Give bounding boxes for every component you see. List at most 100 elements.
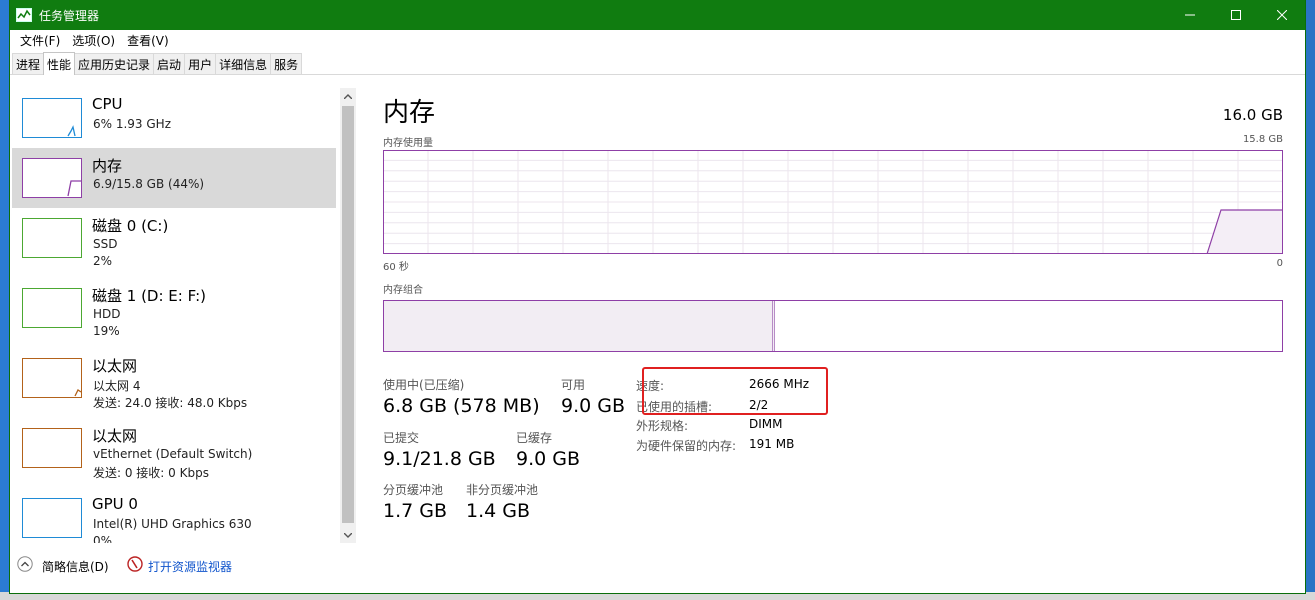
usage-graph-label: 内存使用量 bbox=[383, 138, 433, 149]
sidebar-item-name: GPU 0 bbox=[92, 495, 138, 513]
close-button[interactable] bbox=[1259, 0, 1305, 30]
tab-app-history[interactable]: 应用历史记录 bbox=[74, 53, 155, 74]
paged-pool-label: 分页缓冲池 bbox=[383, 483, 444, 497]
sidebar-item-name: 以太网 bbox=[92, 357, 138, 375]
sidebar-item-name: 磁盘 0 (C:) bbox=[92, 217, 169, 235]
sidebar-item-throughput: 发送: 0 接收: 0 Kbps bbox=[93, 466, 209, 480]
memory-thumbnail-graph bbox=[22, 158, 82, 198]
sidebar-item-gpu-0[interactable]: GPU 0 Intel(R) UHD Graphics 630 0% bbox=[12, 488, 336, 543]
desktop-background-right bbox=[1305, 0, 1315, 600]
sparkline bbox=[67, 180, 81, 197]
sidebar-item-detail: HDD bbox=[93, 307, 121, 321]
open-resource-monitor-link[interactable]: 打开资源监视器 bbox=[148, 558, 232, 575]
chevron-down-icon bbox=[344, 532, 352, 538]
time-axis-right: 0 bbox=[1276, 258, 1283, 269]
sidebar-item-detail: 以太网 4 bbox=[93, 379, 141, 393]
memory-detail-panel: 内存 16.0 GB 内存使用量 15.8 GB 60 秒 0 内存组合 使用中… bbox=[383, 78, 1283, 548]
sidebar-item-detail: 6% 1.93 GHz bbox=[93, 117, 172, 131]
hardware-reserved-value: 191 MB bbox=[749, 437, 795, 451]
close-icon bbox=[1277, 10, 1287, 20]
time-axis-left: 60 秒 bbox=[383, 262, 409, 273]
sidebar-item-cpu[interactable]: CPU 6% 1.93 GHz bbox=[12, 88, 336, 148]
sidebar-item-throughput: 发送: 24.0 接收: 48.0 Kbps bbox=[93, 396, 248, 410]
sidebar-item-usage: 2% bbox=[93, 254, 113, 268]
window-title: 任务管理器 bbox=[39, 8, 100, 23]
sidebar-item-ethernet-4[interactable]: 以太网 以太网 4 发送: 24.0 接收: 48.0 Kbps bbox=[12, 348, 336, 410]
tab-details[interactable]: 详细信息 bbox=[215, 53, 272, 74]
maximize-button[interactable] bbox=[1213, 0, 1259, 30]
fewer-details-chevron-icon[interactable] bbox=[17, 556, 33, 572]
minimize-button[interactable] bbox=[1167, 0, 1213, 30]
resource-monitor-icon[interactable] bbox=[127, 556, 143, 572]
resource-list: CPU 6% 1.93 GHz 内存 6.9/15.8 GB (44%) 磁盘 … bbox=[10, 88, 338, 543]
ethernet4-thumbnail-graph bbox=[22, 358, 82, 398]
memory-composition-bar bbox=[383, 300, 1283, 352]
sparkline bbox=[74, 389, 81, 397]
scroll-up-button[interactable] bbox=[340, 88, 356, 104]
menu-bar: 文件(F) 选项(O) 查看(V) bbox=[10, 30, 1305, 50]
scroll-down-button[interactable] bbox=[340, 527, 356, 543]
sidebar-item-detail: 6.9/15.8 GB (44%) bbox=[93, 177, 205, 191]
sidebar-item-detail: Intel(R) UHD Graphics 630 bbox=[93, 517, 252, 531]
sidebar-item-detail: SSD bbox=[93, 237, 118, 251]
available-value: 9.0 GB bbox=[561, 395, 626, 417]
sidebar-item-disk-1[interactable]: 磁盘 1 (D: E: F:) HDD 19% bbox=[12, 278, 336, 338]
available-label: 可用 bbox=[561, 378, 586, 392]
in-use-label: 使用中(已压缩) bbox=[383, 378, 465, 392]
sidebar-item-memory[interactable]: 内存 6.9/15.8 GB (44%) bbox=[12, 148, 336, 208]
sparkline bbox=[67, 125, 76, 137]
sidebar-item-ethernet-vethernet[interactable]: 以太网 vEthernet (Default Switch) 发送: 0 接收:… bbox=[12, 418, 336, 480]
disk0-thumbnail-graph bbox=[22, 218, 82, 258]
nonpaged-pool-label: 非分页缓冲池 bbox=[466, 483, 539, 497]
menu-options[interactable]: 选项(O) bbox=[66, 32, 121, 49]
cached-value: 9.0 GB bbox=[516, 448, 581, 470]
sidebar-item-name: CPU bbox=[92, 95, 123, 113]
nonpaged-pool-value: 1.4 GB bbox=[466, 500, 531, 522]
memory-total: 16.0 GB bbox=[1222, 106, 1283, 124]
tab-processes[interactable]: 进程 bbox=[12, 53, 45, 74]
vethernet-thumbnail-graph bbox=[22, 428, 82, 468]
gpu-thumbnail-graph bbox=[22, 498, 82, 538]
committed-label: 已提交 bbox=[383, 431, 420, 445]
form-factor-value: DIMM bbox=[749, 417, 783, 431]
cached-label: 已缓存 bbox=[516, 431, 553, 445]
title-bar[interactable]: 任务管理器 bbox=[10, 0, 1305, 30]
highlight-annotation-box bbox=[642, 367, 828, 415]
performance-content: CPU 6% 1.93 GHz 内存 6.9/15.8 GB (44%) 磁盘 … bbox=[10, 78, 1305, 593]
menu-file[interactable]: 文件(F) bbox=[14, 32, 66, 49]
composition-label: 内存组合 bbox=[383, 285, 423, 296]
hardware-reserved-label: 为硬件保留的内存: bbox=[636, 439, 737, 453]
task-manager-window: 任务管理器 文件(F) 选项(O) 查看(V) 进程 性能 应用历史记录 启动 … bbox=[10, 0, 1305, 593]
sidebar-scrollbar[interactable] bbox=[340, 88, 356, 543]
footer-bar: 简略信息(D) 打开资源监视器 bbox=[10, 548, 710, 588]
tab-bar: 进程 性能 应用历史记录 启动 用户 详细信息 服务 bbox=[10, 50, 1305, 75]
sidebar-item-usage: 19% bbox=[93, 324, 120, 338]
tab-startup[interactable]: 启动 bbox=[153, 53, 186, 74]
sidebar-item-name: 以太网 bbox=[92, 427, 138, 445]
in-use-value: 6.8 GB (578 MB) bbox=[383, 395, 540, 417]
disk1-thumbnail-graph bbox=[22, 288, 82, 328]
page-title: 内存 bbox=[383, 98, 436, 128]
fewer-details-link[interactable]: 简略信息(D) bbox=[42, 558, 109, 575]
sidebar-item-usage: 0% bbox=[93, 534, 113, 543]
composition-in-use bbox=[383, 300, 775, 352]
tab-users[interactable]: 用户 bbox=[184, 53, 217, 74]
sidebar-item-name: 磁盘 1 (D: E: F:) bbox=[92, 287, 206, 305]
sidebar-item-detail: vEthernet (Default Switch) bbox=[93, 447, 253, 461]
taskbar-strip bbox=[0, 592, 1315, 600]
paged-pool-value: 1.7 GB bbox=[383, 500, 448, 522]
cpu-thumbnail-graph bbox=[22, 98, 82, 138]
chevron-up-icon bbox=[344, 93, 352, 99]
memory-usage-graph bbox=[383, 150, 1283, 254]
task-manager-app-icon bbox=[16, 8, 32, 22]
scrollbar-thumb[interactable] bbox=[342, 106, 354, 523]
tab-performance[interactable]: 性能 bbox=[43, 52, 76, 75]
menu-view[interactable]: 查看(V) bbox=[121, 32, 175, 49]
form-factor-label: 外形规格: bbox=[636, 419, 689, 433]
maximize-icon bbox=[1231, 10, 1241, 20]
resource-sidebar: CPU 6% 1.93 GHz 内存 6.9/15.8 GB (44%) 磁盘 … bbox=[10, 88, 356, 543]
tab-services[interactable]: 服务 bbox=[270, 53, 303, 74]
committed-value: 9.1/21.8 GB bbox=[383, 448, 496, 470]
sidebar-item-disk-0[interactable]: 磁盘 0 (C:) SSD 2% bbox=[12, 208, 336, 268]
sidebar-item-name: 内存 bbox=[92, 157, 123, 175]
